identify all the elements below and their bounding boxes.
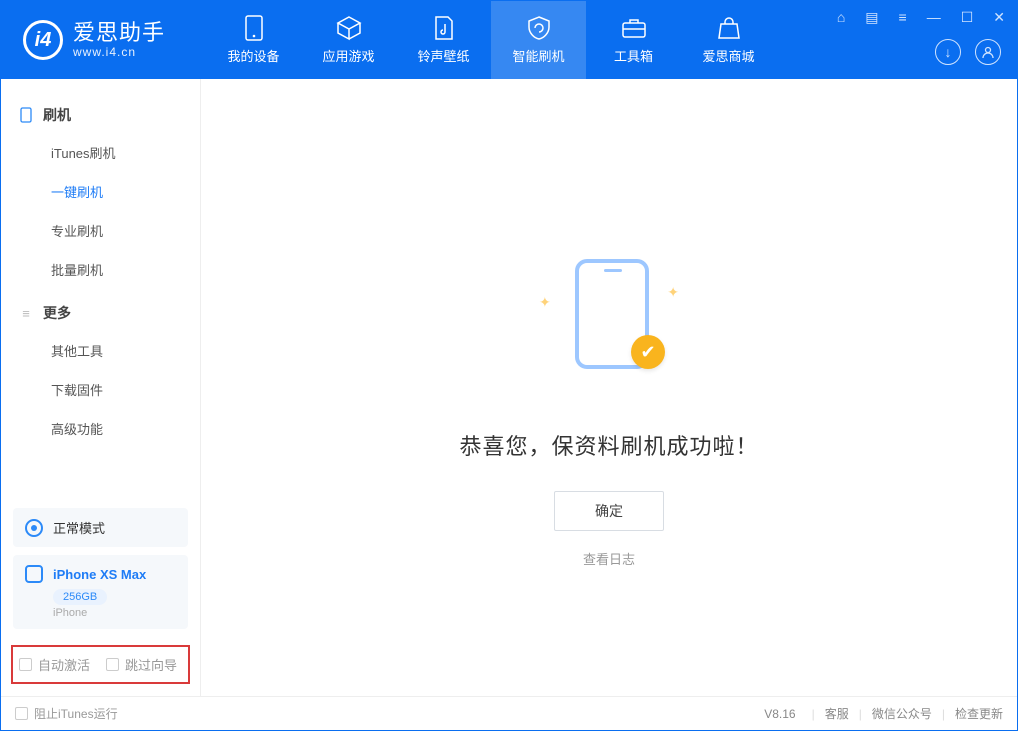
shield-refresh-icon [526, 15, 552, 41]
menu-icon[interactable]: ▤ [861, 7, 882, 28]
confirm-button[interactable]: 确定 [554, 491, 664, 531]
logo-icon: i4 [23, 20, 63, 60]
user-button[interactable] [975, 39, 1001, 65]
device-name: iPhone XS Max [53, 567, 146, 582]
brand-name: 爱思助手 [73, 21, 165, 45]
close-button[interactable]: ✕ [989, 7, 1009, 28]
mode-label: 正常模式 [53, 518, 105, 537]
device-card[interactable]: iPhone XS Max 256GB iPhone [13, 555, 188, 629]
tab-apps-games[interactable]: 应用游戏 [301, 1, 396, 79]
tab-toolbox[interactable]: 工具箱 [586, 1, 681, 79]
phone-outline-icon [19, 107, 33, 123]
more-lines-icon: ≡ [19, 306, 33, 321]
checkbox-block-itunes[interactable]: 阻止iTunes运行 [15, 705, 118, 722]
view-log-link[interactable]: 查看日志 [583, 549, 635, 568]
list-icon[interactable]: ≡ [895, 7, 911, 28]
checkbox-icon [15, 707, 28, 720]
logo-block: i4 爱思助手 www.i4.cn [1, 1, 206, 79]
main-content: ✦ ✦ ✔ 恭喜您，保资料刷机成功啦！ 确定 查看日志 [201, 79, 1017, 696]
tab-ringtones-wallpapers[interactable]: 铃声壁纸 [396, 1, 491, 79]
device-icon [241, 15, 267, 41]
storage-pill: 256GB [53, 589, 107, 605]
music-file-icon [431, 15, 457, 41]
check-update-link[interactable]: 检查更新 [955, 705, 1003, 722]
sparkle-icon: ✦ [667, 284, 679, 301]
sidebar-item-itunes-flash[interactable]: iTunes刷机 [1, 133, 200, 172]
maximize-button[interactable]: ☐ [957, 7, 978, 28]
toolbox-icon [621, 15, 647, 41]
version-label: V8.16 [764, 707, 795, 721]
sidebar-group-flash: 刷机 iTunes刷机 一键刷机 专业刷机 批量刷机 [1, 97, 200, 295]
highlighted-checkbox-row: 自动激活 跳过向导 [11, 645, 190, 684]
sparkle-icon: ✦ [539, 294, 551, 311]
sidebar-item-advanced[interactable]: 高级功能 [1, 409, 200, 448]
device-sub: iPhone [53, 607, 176, 619]
support-link[interactable]: 客服 [825, 705, 849, 722]
success-illustration: ✦ ✦ ✔ [549, 259, 669, 379]
body: 刷机 iTunes刷机 一键刷机 专业刷机 批量刷机 ≡ 更多 其他工具 下载固… [1, 79, 1017, 696]
sidebar-item-onekey-flash[interactable]: 一键刷机 [1, 172, 200, 211]
title-bar: i4 爱思助手 www.i4.cn 我的设备 应用游戏 铃声壁纸 智能刷机 [1, 1, 1017, 79]
tab-my-device[interactable]: 我的设备 [206, 1, 301, 79]
group-title: 刷机 [43, 105, 71, 125]
sidebar-item-pro-flash[interactable]: 专业刷机 [1, 211, 200, 250]
top-tabs: 我的设备 应用游戏 铃声壁纸 智能刷机 工具箱 爱思商城 [206, 1, 776, 79]
checkbox-icon [19, 658, 32, 671]
check-badge-icon: ✔ [631, 335, 665, 369]
cube-icon [336, 15, 362, 41]
sidebar-item-firmware[interactable]: 下载固件 [1, 370, 200, 409]
device-outline-icon [25, 565, 43, 583]
group-title: 更多 [43, 303, 71, 323]
sidebar-item-other-tools[interactable]: 其他工具 [1, 331, 200, 370]
checkbox-icon [106, 658, 119, 671]
app-window: i4 爱思助手 www.i4.cn 我的设备 应用游戏 铃声壁纸 智能刷机 [0, 0, 1018, 731]
sidebar-item-batch-flash[interactable]: 批量刷机 [1, 250, 200, 289]
download-button[interactable]: ↓ [935, 39, 961, 65]
mode-icon [25, 519, 43, 537]
sidebar-group-more: ≡ 更多 其他工具 下载固件 高级功能 [1, 295, 200, 454]
sidebar: 刷机 iTunes刷机 一键刷机 专业刷机 批量刷机 ≡ 更多 其他工具 下载固… [1, 79, 201, 696]
window-controls: ⌂ ▤ ≡ ― ☐ ✕ [833, 7, 1009, 28]
mode-card[interactable]: 正常模式 [13, 508, 188, 547]
tab-store[interactable]: 爱思商城 [681, 1, 776, 79]
success-message: 恭喜您，保资料刷机成功啦！ [459, 429, 758, 461]
checkbox-auto-activate[interactable]: 自动激活 [19, 655, 90, 674]
shirt-icon[interactable]: ⌂ [833, 7, 849, 28]
wechat-link[interactable]: 微信公众号 [872, 705, 932, 722]
minimize-button[interactable]: ― [923, 7, 945, 28]
status-bar: 阻止iTunes运行 V8.16 | 客服 | 微信公众号 | 检查更新 [1, 696, 1017, 730]
checkbox-skip-wizard[interactable]: 跳过向导 [106, 655, 177, 674]
bag-icon [716, 15, 742, 41]
tab-smart-flash[interactable]: 智能刷机 [491, 1, 586, 79]
brand-url: www.i4.cn [73, 46, 165, 59]
